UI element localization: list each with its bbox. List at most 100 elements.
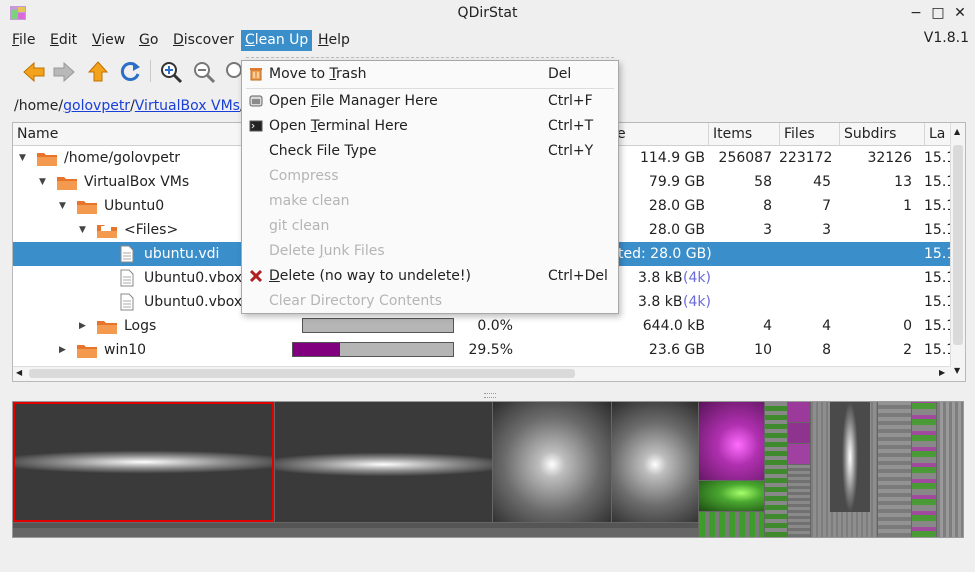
- treemap-tile[interactable]: [493, 402, 611, 522]
- terminal-icon: [249, 120, 263, 132]
- collapse-arrow-icon[interactable]: ▼: [59, 194, 69, 218]
- menu-file[interactable]: File: [8, 30, 39, 51]
- row-name: win10: [104, 342, 147, 358]
- column-header-name[interactable]: Name: [13, 123, 217, 145]
- splitter-handle[interactable]: [484, 393, 496, 398]
- delete-x-icon: [249, 269, 263, 283]
- menu-item-delete-permanently[interactable]: Delete (no way to undelete!) Ctrl+Del: [242, 264, 618, 289]
- row-items: 10: [754, 342, 772, 358]
- minimize-button[interactable]: −: [907, 4, 925, 22]
- treemap-tile[interactable]: [275, 402, 492, 522]
- treemap-tile[interactable]: [612, 402, 698, 522]
- scroll-right-arrow-icon[interactable]: ▶: [939, 368, 945, 377]
- column-header-subdirs[interactable]: Subdirs: [839, 123, 924, 145]
- treemap-tile[interactable]: [788, 423, 810, 443]
- horizontal-scrollbar[interactable]: ◀ ▶: [13, 366, 951, 381]
- expand-arrow-icon[interactable]: ▶: [79, 314, 89, 338]
- collapse-arrow-icon[interactable]: ▼: [39, 170, 49, 194]
- vertical-scrollbar[interactable]: ▲ ▼: [950, 123, 965, 381]
- shortcut-label: Ctrl+Del: [548, 268, 608, 284]
- treemap-tile[interactable]: [699, 512, 764, 537]
- horizontal-scroll-thumb[interactable]: [29, 369, 575, 378]
- shortcut-label: Ctrl+Y: [548, 143, 594, 159]
- row-size: 28.0 GB: [648, 222, 705, 238]
- treemap-tile[interactable]: [830, 402, 870, 512]
- close-button[interactable]: ✕: [951, 4, 969, 22]
- zoom-out-icon[interactable]: [190, 58, 218, 86]
- column-header-size[interactable]: e: [613, 123, 707, 145]
- treemap-tile[interactable]: [788, 444, 810, 464]
- zoom-in-icon[interactable]: [157, 58, 185, 86]
- row-files: 8: [822, 342, 831, 358]
- treemap-tile[interactable]: [912, 402, 936, 537]
- menu-item-check-file-type[interactable]: Check File Type Ctrl+Y: [242, 139, 618, 164]
- file-manager-icon: [249, 95, 263, 107]
- breadcrumb-link-golovpetr[interactable]: golovpetr: [63, 98, 130, 114]
- row-percent: 29.5%: [468, 342, 513, 358]
- treemap-view[interactable]: [12, 401, 964, 538]
- breadcrumb-link-virtualbox-vms[interactable]: VirtualBox VMs: [135, 98, 240, 114]
- row-subdirs: 1: [903, 198, 912, 214]
- treemap-tile[interactable]: [937, 402, 963, 537]
- treemap-tile[interactable]: [13, 523, 698, 528]
- refresh-icon[interactable]: [116, 58, 144, 86]
- percent-bar: [302, 318, 454, 333]
- percent-bar-fill: [293, 343, 341, 356]
- treemap-tile[interactable]: [699, 481, 764, 511]
- collapse-arrow-icon[interactable]: ▼: [79, 218, 89, 242]
- menu-help[interactable]: Help: [314, 30, 354, 51]
- breadcrumb: /home/golovpetr/VirtualBox VMs/: [14, 98, 245, 114]
- forward-arrow-icon[interactable]: [50, 58, 78, 86]
- percent-bar: [292, 342, 454, 357]
- menu-discover[interactable]: Discover: [169, 30, 238, 51]
- menu-item-open-terminal[interactable]: Open Terminal Here Ctrl+T: [242, 114, 618, 139]
- file-icon: [120, 293, 134, 311]
- menu-edit[interactable]: Edit: [46, 30, 81, 51]
- menu-item-clear-directory-contents: Clear Directory Contents: [269, 293, 443, 309]
- breadcrumb-root: /home/: [14, 98, 64, 114]
- menu-item-open-file-manager[interactable]: Open File Manager Here Ctrl+F: [242, 89, 618, 114]
- menu-clean-up[interactable]: Clean Up: [241, 30, 313, 51]
- maximize-button[interactable]: □: [929, 4, 947, 22]
- treemap-tile[interactable]: [765, 402, 787, 537]
- menu-item-move-to-trash[interactable]: Move to Trash Del: [242, 62, 618, 87]
- tree-row[interactable]: ▶ Logs 0.0% 644.0 kB 4 4 0 15.1: [13, 314, 959, 338]
- column-header-files[interactable]: Files: [779, 123, 838, 145]
- row-alloc-size: (4k): [683, 270, 711, 286]
- scroll-up-arrow-icon[interactable]: ▲: [954, 127, 960, 136]
- tree-row[interactable]: ▶ win10 29.5% 23.6 GB 10 8 2 15.1: [13, 338, 959, 362]
- folder-icon: [37, 153, 57, 166]
- column-header-items[interactable]: Items: [708, 123, 779, 145]
- scroll-down-arrow-icon[interactable]: ▼: [954, 366, 960, 375]
- row-subdirs: [839, 218, 912, 242]
- menu-view[interactable]: View: [88, 30, 129, 51]
- treemap-tile[interactable]: [699, 402, 764, 480]
- up-arrow-icon[interactable]: [84, 58, 112, 86]
- row-size: 28.0 GB: [648, 198, 705, 214]
- collapse-arrow-icon[interactable]: ▼: [19, 146, 29, 170]
- menu-go[interactable]: Go: [135, 30, 162, 51]
- treemap-tile-selected[interactable]: [13, 402, 274, 522]
- row-items: 58: [754, 174, 772, 190]
- row-files: 7: [822, 198, 831, 214]
- treemap-tile[interactable]: [788, 402, 810, 422]
- row-size: ted: 28.0 GB): [618, 246, 712, 262]
- row-subdirs: 32126: [867, 150, 912, 166]
- row-percent: 0.0%: [477, 318, 513, 334]
- row-size: 79.9 GB: [648, 174, 705, 190]
- back-arrow-icon[interactable]: [20, 58, 48, 86]
- row-items: 256087: [718, 150, 772, 166]
- row-files: 223172: [779, 150, 833, 166]
- expand-arrow-icon[interactable]: ▶: [59, 338, 69, 362]
- treemap-tile[interactable]: [788, 465, 810, 537]
- scroll-left-arrow-icon[interactable]: ◀: [16, 368, 22, 377]
- row-name: VirtualBox VMs: [84, 174, 190, 190]
- menu-item-make-clean: make clean: [269, 193, 350, 209]
- treemap-tile[interactable]: [878, 402, 911, 537]
- shortcut-label: Ctrl+F: [548, 93, 593, 109]
- row-alloc-size: (4k): [683, 294, 711, 310]
- file-icon: [120, 245, 134, 263]
- vertical-scroll-thumb[interactable]: [953, 145, 963, 345]
- menu-tearoff-line[interactable]: [246, 57, 614, 58]
- folder-icon: [97, 321, 117, 334]
